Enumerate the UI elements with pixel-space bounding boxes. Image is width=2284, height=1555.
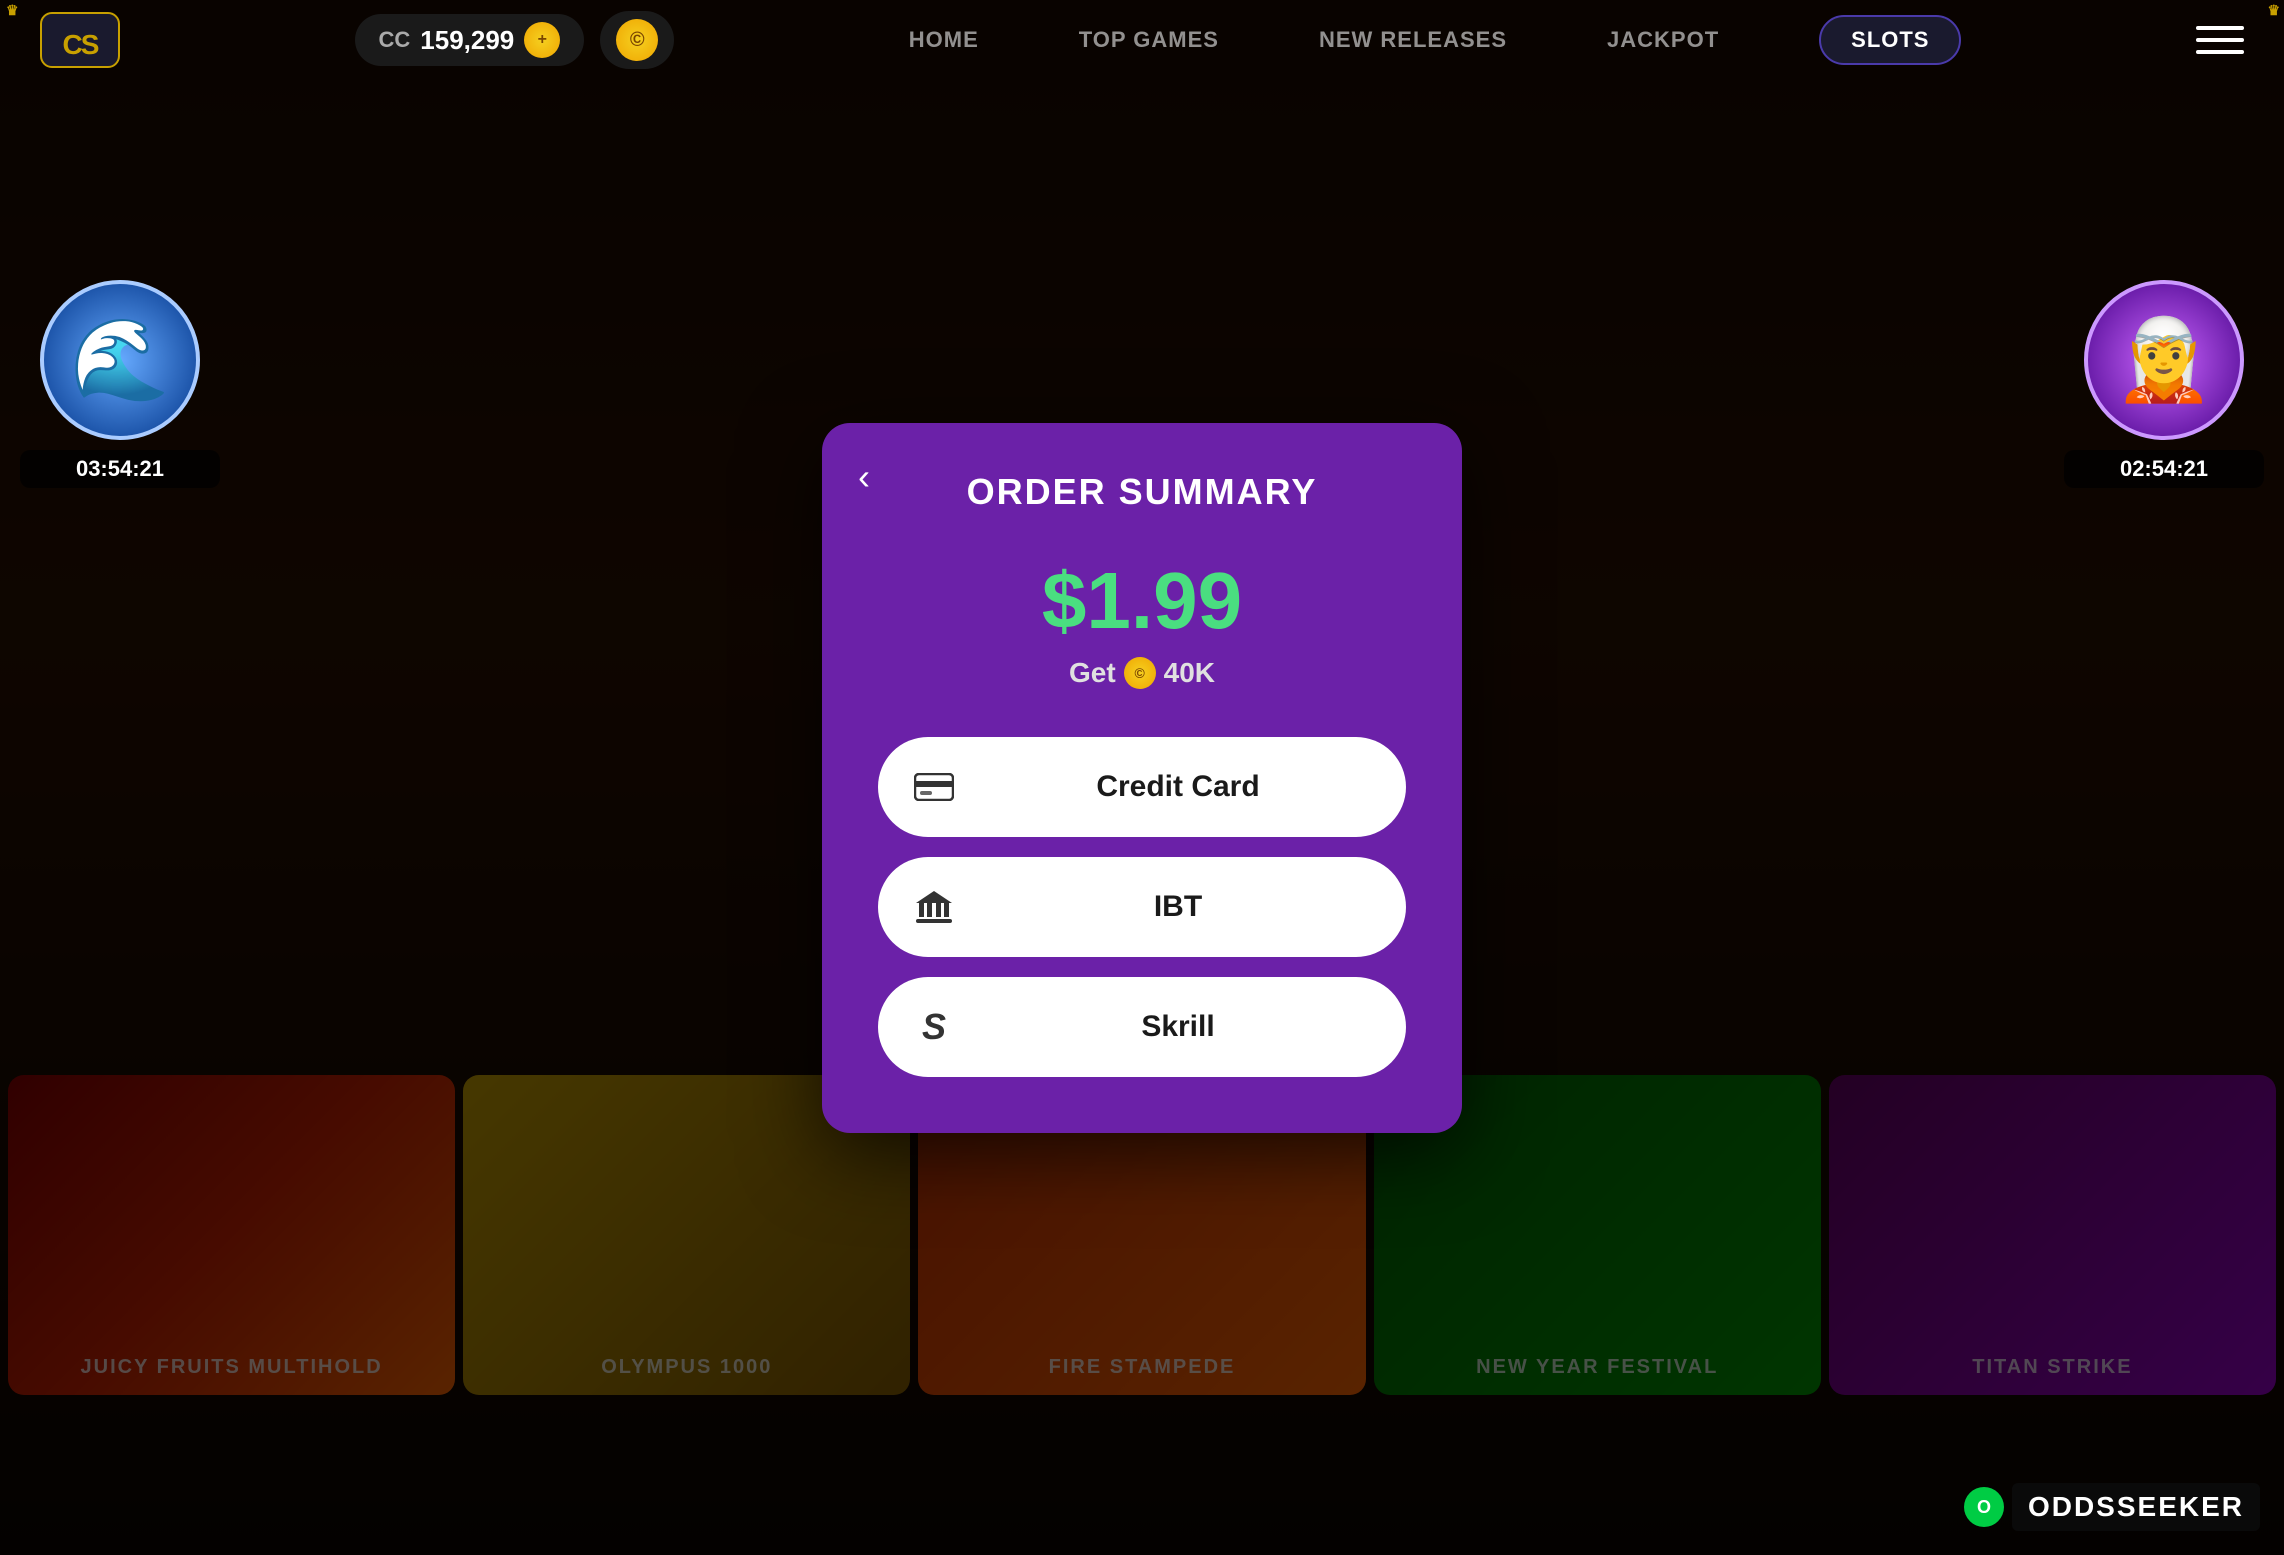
get-label: Get: [1069, 657, 1116, 689]
modal-title: ORDER SUMMARY: [878, 471, 1406, 513]
credit-card-button[interactable]: Credit Card: [878, 737, 1406, 837]
credit-card-label: Credit Card: [982, 770, 1374, 804]
ibt-button[interactable]: IBT: [878, 857, 1406, 957]
coin-icon: ©: [1124, 657, 1156, 689]
skrill-icon: S: [910, 1003, 958, 1051]
credit-card-icon: [910, 763, 958, 811]
skrill-label: Skrill: [982, 1010, 1374, 1044]
bank-icon: [910, 883, 958, 931]
order-summary-modal: ‹ ORDER SUMMARY $1.99 Get © 40K C: [822, 423, 1462, 1133]
price-display: $1.99: [878, 561, 1406, 641]
ibt-label: IBT: [982, 890, 1374, 924]
modal-back-button[interactable]: ‹: [858, 459, 870, 495]
coins-amount: 40K: [1164, 657, 1215, 689]
modal-backdrop: ‹ ORDER SUMMARY $1.99 Get © 40K C: [0, 0, 2284, 1555]
payment-options: Credit Card IBT: [878, 737, 1406, 1077]
skrill-button[interactable]: S Skrill: [878, 977, 1406, 1077]
get-coins-display: Get © 40K: [878, 657, 1406, 689]
